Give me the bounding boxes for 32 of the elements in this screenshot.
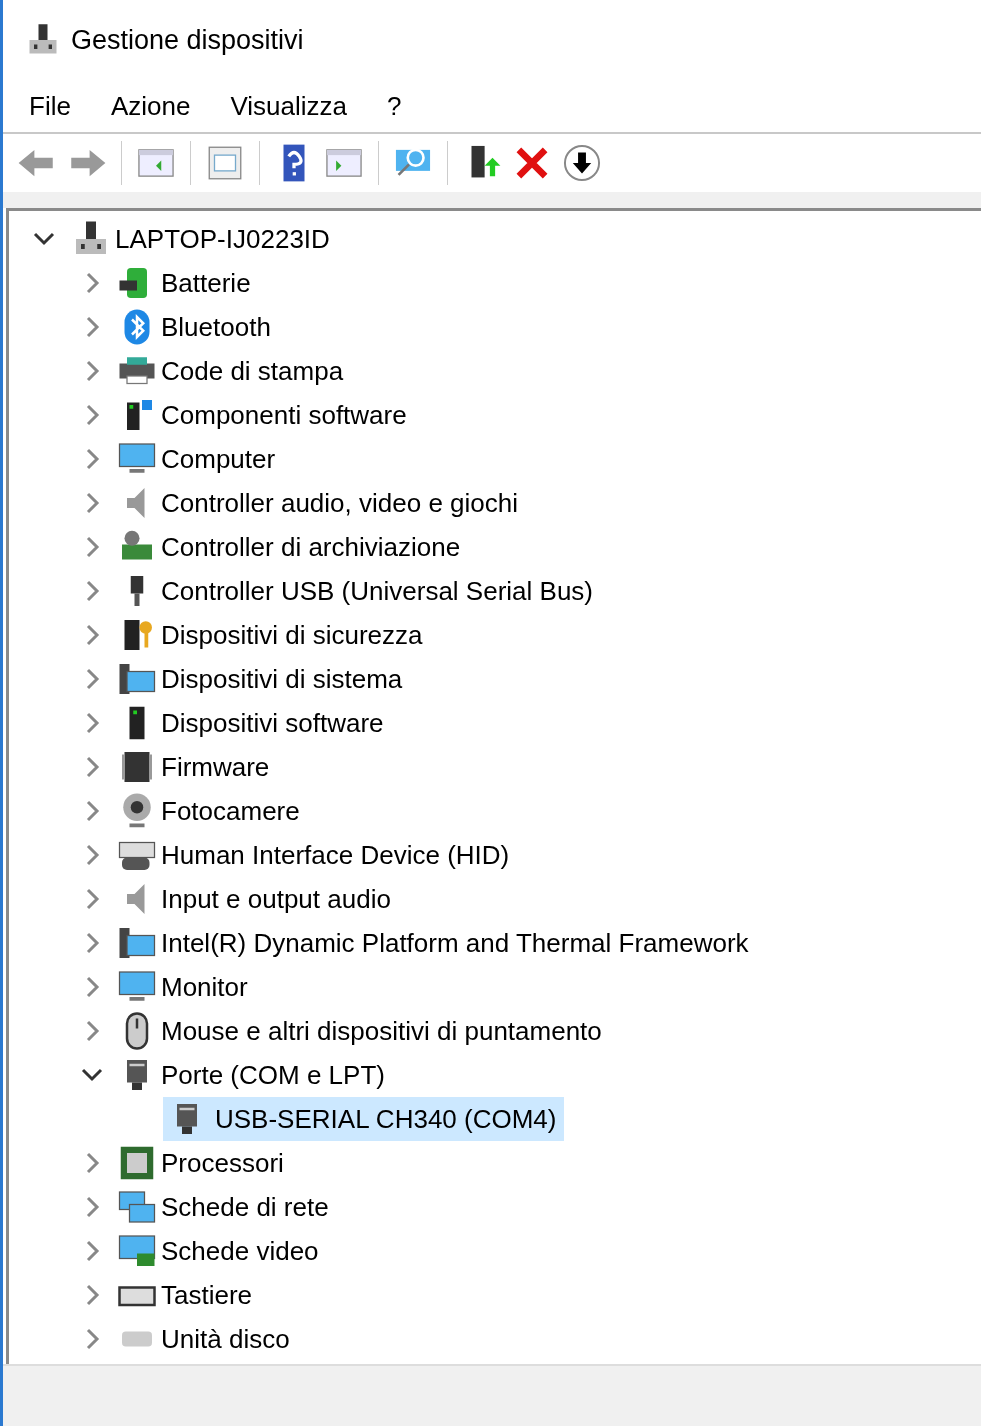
tree-item[interactable]: Mouse e altri dispositivi di puntamento bbox=[157, 1013, 610, 1049]
tree-item[interactable]: USB-SERIAL CH340 (COM4) bbox=[163, 1097, 565, 1141]
tree-item[interactable]: Bluetooth bbox=[157, 309, 279, 345]
tree-item[interactable]: Monitor bbox=[157, 969, 256, 1005]
tree-item[interactable]: Porte (COM e LPT) bbox=[157, 1057, 393, 1093]
tree-item[interactable]: LAPTOP-IJ0223ID bbox=[111, 221, 338, 257]
tree-item[interactable]: Dispositivi software bbox=[157, 705, 392, 741]
menu-item[interactable]: Azione bbox=[110, 90, 191, 122]
tree-item[interactable]: Computer bbox=[157, 441, 284, 477]
tree-item[interactable]: Batterie bbox=[157, 265, 259, 301]
menu-item[interactable]: Visualizza bbox=[230, 90, 347, 122]
tree-item[interactable]: Processori bbox=[157, 1145, 292, 1181]
tree-item[interactable]: Controller audio, video e giochi bbox=[157, 485, 526, 521]
tree-item[interactable]: Schede video bbox=[157, 1233, 327, 1269]
tree-item[interactable]: Intel(R) Dynamic Platform and Thermal Framework bbox=[157, 925, 757, 961]
window-title: Gestione dispositivi bbox=[71, 24, 304, 56]
tree-item[interactable]: Dispositivi di sistema bbox=[157, 661, 411, 697]
tree-item[interactable]: Componenti software bbox=[157, 397, 415, 433]
tree-item[interactable]: Dispositivi di sicurezza bbox=[157, 617, 431, 653]
tree-item[interactable]: Human Interface Device (HID) bbox=[157, 837, 518, 873]
menu-item[interactable]: File bbox=[29, 90, 71, 122]
tree-item-label: USB-SERIAL CH340 (COM4) bbox=[215, 1103, 557, 1135]
tree-item[interactable]: Tastiere bbox=[157, 1277, 261, 1313]
tree-item[interactable]: Unità disco bbox=[157, 1321, 298, 1357]
tree-item[interactable]: Controller di archiviazione bbox=[157, 529, 469, 565]
tree-item[interactable]: Input e output audio bbox=[157, 881, 399, 917]
tree-item[interactable]: Schede di rete bbox=[157, 1189, 337, 1225]
tree-item[interactable]: Fotocamere bbox=[157, 793, 308, 829]
tree-item[interactable]: Code di stampa bbox=[157, 353, 352, 389]
tree-item[interactable]: Firmware bbox=[157, 749, 278, 785]
tree-item[interactable]: Controller USB (Universal Serial Bus) bbox=[157, 573, 602, 609]
menu-item[interactable]: ? bbox=[387, 90, 402, 122]
